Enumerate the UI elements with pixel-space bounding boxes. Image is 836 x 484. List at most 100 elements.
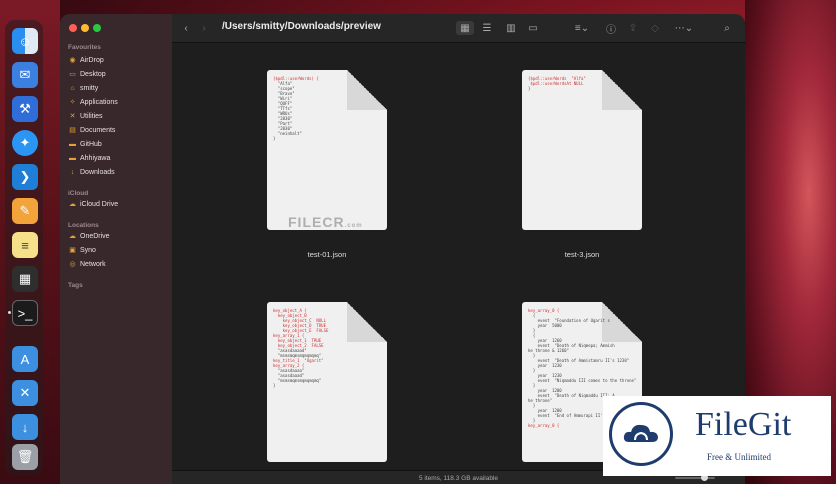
list-view-button[interactable]: ☰ <box>478 21 496 35</box>
code-line: "msmsmqmsmqmqmqmq" <box>273 378 322 383</box>
file-preview: {$pdl::userWords) { "Alfa" "scope" "Brav… <box>267 70 387 230</box>
sidebar-item-ahhiyawa[interactable]: ▬ Ahhiyawa <box>68 152 110 164</box>
sidebar-item-label: GitHub <box>80 140 102 148</box>
favourites-heading: Favourites <box>68 44 101 51</box>
code-preview: {$pdl::userWords) { "Alfa" "scope" "Brav… <box>273 76 319 141</box>
sidebar-item-label: Syno <box>80 246 96 254</box>
trash-icon[interactable]: 🗑 <box>12 444 38 470</box>
finder-icon[interactable]: ☺ <box>12 28 38 54</box>
sidebar-item-downloads[interactable]: ↓ Downloads <box>68 166 115 178</box>
pages-icon[interactable]: ✎ <box>12 198 38 224</box>
sidebar-item-onedrive[interactable]: ☁ OneDrive <box>68 230 110 242</box>
page-fold <box>347 302 387 342</box>
sidebar-item-syno[interactable]: ▣ Syno <box>68 244 96 256</box>
sidebar-item-label: Utilities <box>80 112 103 120</box>
tags-heading: Tags <box>68 282 83 289</box>
zoom-button[interactable] <box>93 24 101 32</box>
sidebar-item-label: OneDrive <box>80 232 110 240</box>
file-name: test-01.json <box>307 250 347 259</box>
code-preview: key_object_A { key_object_B key_object_C… <box>273 308 328 388</box>
calculator-icon[interactable]: ▦ <box>12 266 38 292</box>
group-button[interactable]: ≡⌄ <box>570 21 594 35</box>
gallery-view-button[interactable]: ▭ <box>524 21 542 35</box>
sidebar-item-label: iCloud Drive <box>80 200 119 208</box>
mail-icon[interactable]: ✉ <box>12 62 38 88</box>
filegit-badge: FileGit Free & Unlimited <box>603 396 831 476</box>
status-text: 5 items, 118.3 GB available <box>418 474 498 482</box>
downloads-icon: ↓ <box>70 168 75 176</box>
utilities-icon: ✕ <box>69 113 76 120</box>
home-icon: ⌂ <box>70 84 75 92</box>
watermark-text: FILECR <box>288 214 345 230</box>
tag-button[interactable]: ◇ <box>648 21 662 35</box>
sidebar-item-label: Downloads <box>80 168 115 176</box>
sidebar-item-label: Network <box>80 260 106 268</box>
sidebar-item-label: smitty <box>80 84 99 92</box>
terminal-running-indicator <box>8 311 11 314</box>
sidebar-item-icloud-drive[interactable]: ☁ iCloud Drive <box>68 198 118 210</box>
sidebar-item-airdrop[interactable]: ◉ AirDrop <box>68 54 104 66</box>
page-fold <box>602 70 642 110</box>
file-name: test-3.json <box>564 250 600 259</box>
cloud-icon: ☁ <box>69 233 76 240</box>
code-line: event "Niqmaddu III comes to the throne" <box>528 378 637 383</box>
safari-icon[interactable]: ✦ <box>12 130 38 156</box>
sidebar-item-label: Desktop <box>80 70 106 78</box>
code-line: $pdl::userWordsAt NULL <box>528 81 584 86</box>
back-button[interactable]: ‹ <box>180 21 192 35</box>
sidebar-item-utilities[interactable]: ✕ Utilities <box>68 110 103 122</box>
filecr-watermark: FILECR.com <box>288 214 363 230</box>
sidebar-item-label: AirDrop <box>80 56 104 64</box>
filegit-tagline: Free & Unlimited <box>707 452 771 462</box>
column-view-button[interactable]: ▥ <box>502 21 520 35</box>
icloud-heading: iCloud <box>68 190 89 197</box>
airdrop-icon: ◉ <box>69 57 76 64</box>
sidebar-item-applications[interactable]: ✧ Applications <box>68 96 118 108</box>
utilities-folder-icon[interactable]: ✕ <box>12 380 38 406</box>
close-button[interactable] <box>69 24 77 32</box>
locations-heading: Locations <box>68 222 99 229</box>
terminal-icon[interactable]: >_ <box>12 300 38 326</box>
dock: ☺ ✉ ⚒ ✦ ❯ ✎ ≡ ▦ >_ A ✕ ↓ 🗑 <box>5 20 43 476</box>
filegit-logo-icon <box>609 402 673 466</box>
icon-size-slider[interactable] <box>675 474 715 481</box>
xcode-icon[interactable]: ⚒ <box>12 96 38 122</box>
folder-icon: ▬ <box>69 140 76 148</box>
sidebar-item-label: Ahhiyawa <box>80 154 111 162</box>
cloud-icon: ☁ <box>69 201 76 208</box>
applications-folder-icon[interactable]: A <box>12 346 38 372</box>
page-fold <box>347 70 387 110</box>
minimize-button[interactable] <box>81 24 89 32</box>
code-line: } <box>273 136 276 141</box>
file-preview: {$pdl::userWords "Alfa" $pdl::userWordsA… <box>522 70 642 230</box>
toolbar: ‹ › /Users/smitty/Downloads/preview ▦ ☰ … <box>172 14 745 43</box>
server-icon: ▣ <box>69 247 76 254</box>
sidebar-item-label: Documents <box>80 126 116 134</box>
info-button[interactable]: ⓘ <box>604 21 618 36</box>
sidebar-item-smitty[interactable]: ⌂ smitty <box>68 82 98 94</box>
notes-icon[interactable]: ≡ <box>12 232 38 258</box>
folder-icon: ▬ <box>69 154 76 162</box>
network-icon: ◎ <box>69 261 76 268</box>
file-preview: key_object_A { key_object_B key_object_C… <box>267 302 387 462</box>
code-line: } <box>528 86 531 91</box>
watermark-suffix: .com <box>344 223 363 229</box>
sidebar-item-network[interactable]: ◎ Network <box>68 258 106 270</box>
sidebar-item-desktop[interactable]: ▭ Desktop <box>68 68 106 80</box>
downloads-folder-icon[interactable]: ↓ <box>12 414 38 440</box>
vscode-icon[interactable]: ❯ <box>12 164 38 190</box>
applications-icon: ✧ <box>69 99 76 106</box>
document-icon: ▤ <box>69 127 76 134</box>
icon-view-button[interactable]: ▦ <box>456 21 474 35</box>
desktop-icon: ▭ <box>69 71 76 78</box>
sidebar-item-github[interactable]: ▬ GitHub <box>68 138 102 150</box>
sidebar-item-label: Applications <box>80 98 118 106</box>
filegit-name: FileGit <box>695 406 792 443</box>
more-actions-button[interactable]: ⋯⌄ <box>672 21 696 35</box>
sidebar: Favourites ◉ AirDrop ▭ Desktop ⌂ smitty ✧ Ap… <box>60 14 172 484</box>
forward-button[interactable]: › <box>198 21 210 35</box>
code-preview: {$pdl::userWords "Alfa" $pdl::userWordsA… <box>528 76 586 91</box>
search-icon[interactable]: ⌕ <box>720 21 734 35</box>
sidebar-item-documents[interactable]: ▤ Documents <box>68 124 115 136</box>
share-button[interactable]: ⇪ <box>626 21 640 35</box>
